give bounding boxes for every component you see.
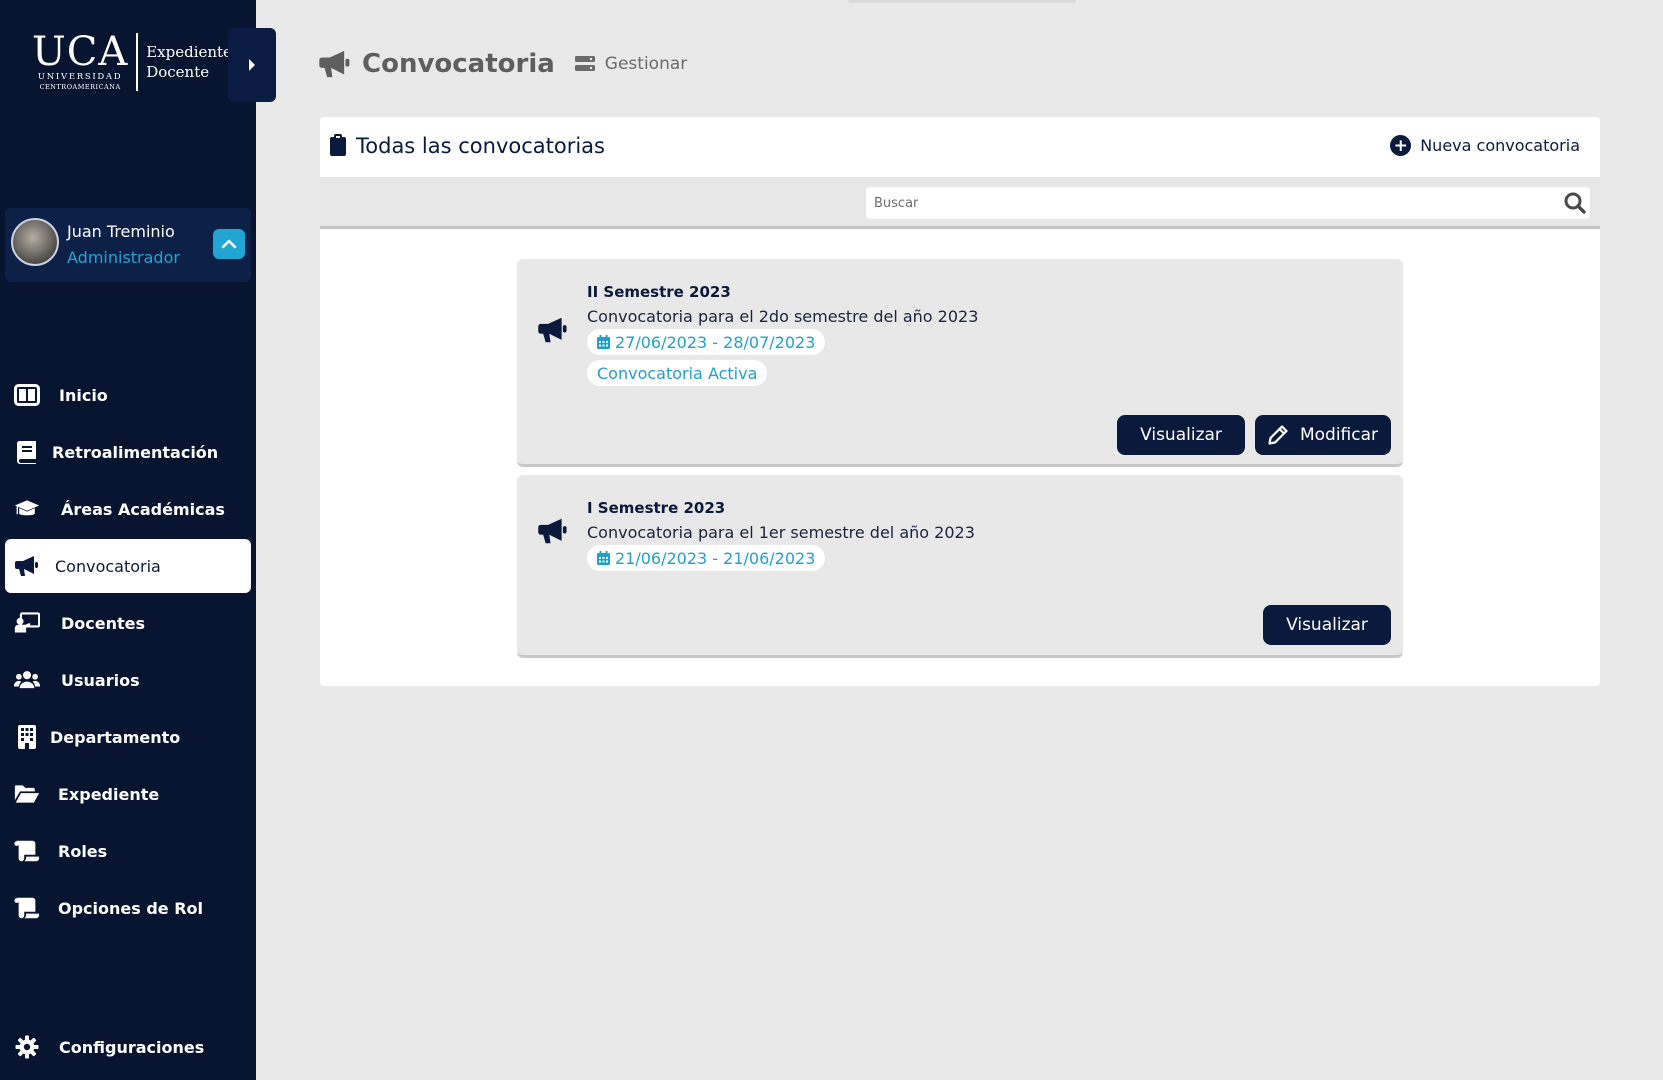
sidebar-item-docentes[interactable]: Docentes <box>5 596 251 650</box>
search-icon[interactable] <box>1564 192 1586 214</box>
sidebar-item-label: Docentes <box>61 613 146 633</box>
scroll-icon <box>14 896 40 920</box>
folder-open-icon <box>14 782 40 806</box>
clipboard-icon <box>330 134 346 156</box>
card-title: I Semestre 2023 <box>587 499 726 517</box>
sidebar-item-inicio[interactable]: Inicio <box>5 368 251 422</box>
sidebar-item-areas-academicas[interactable]: Áreas Académicas <box>5 482 251 536</box>
logo-line1: UNIVERSIDAD <box>37 72 123 82</box>
sidebar-item-configuraciones[interactable]: Configuraciones <box>5 1020 251 1074</box>
book-icon <box>14 440 40 464</box>
avatar <box>11 218 59 266</box>
sidebar-item-label: Áreas Académicas <box>61 499 225 519</box>
convocatoria-card: II Semestre 2023 Convocatoria para el 2d… <box>517 259 1403 467</box>
chalkboard-teacher-icon <box>14 611 40 635</box>
convocatoria-card: I Semestre 2023 Convocatoria para el 1er… <box>517 475 1403 658</box>
logo-divider <box>136 33 139 91</box>
card-description: Convocatoria para el 1er semestre del añ… <box>587 523 975 542</box>
sidebar-item-label: Expediente <box>58 784 160 804</box>
search-input[interactable] <box>866 187 1590 219</box>
card-title: II Semestre 2023 <box>587 283 731 301</box>
breadcrumb: Gestionar <box>574 54 688 74</box>
uca-logo[interactable]: UCA UNIVERSIDAD CENTROAMERICANA Expedien… <box>32 32 232 92</box>
convocatorias-panel: Todas las convocatorias + Nueva convocat… <box>320 117 1600 686</box>
sidebar-item-label: Opciones de Rol <box>58 898 204 918</box>
app-name-line2: Docente <box>146 63 210 81</box>
scroll-icon <box>14 839 40 863</box>
sidebar-item-roles[interactable]: Roles <box>5 824 251 878</box>
sidebar-item-usuarios[interactable]: Usuarios <box>5 653 251 707</box>
sidebar-item-departamento[interactable]: Departamento <box>5 710 251 764</box>
pencil-icon <box>1268 425 1288 445</box>
sidebar-item-retroalimentacion[interactable]: Retroalimentación <box>5 425 251 479</box>
graduation-cap-icon <box>14 497 40 521</box>
panel-title: Todas las convocatorias <box>356 134 605 158</box>
calendar-icon <box>597 335 610 349</box>
gear-icon <box>14 1035 40 1059</box>
panel-header: Todas las convocatorias + Nueva convocat… <box>320 117 1600 177</box>
user-role: Administrador <box>67 248 180 267</box>
sidebar-nav: Inicio Retroalimentación Áreas Académica… <box>5 368 251 938</box>
building-icon <box>14 725 40 749</box>
status-badge: Convocatoria Activa <box>587 360 768 386</box>
sidebar-item-label: Usuarios <box>61 670 140 690</box>
sidebar-item-label: Convocatoria <box>55 556 161 576</box>
visualizar-label: Visualizar <box>1140 425 1222 445</box>
megaphone-icon <box>538 317 567 343</box>
page-header: Convocatoria Gestionar <box>318 44 687 84</box>
plus-circle-icon: + <box>1390 135 1412 156</box>
sidebar-item-convocatoria[interactable]: Convocatoria <box>5 539 251 593</box>
date-range-badge: 27/06/2023 - 28/07/2023 <box>587 329 826 355</box>
search-bar <box>320 177 1600 229</box>
modificar-label: Modificar <box>1299 425 1379 445</box>
logo-line2: CENTROAMERICANA <box>39 83 121 91</box>
sidebar-item-label: Roles <box>58 841 108 861</box>
date-range-badge: 21/06/2023 - 21/06/2023 <box>587 545 826 571</box>
app-name-line1: Expediente <box>146 43 232 61</box>
columns-icon <box>14 383 40 407</box>
megaphone-icon <box>14 554 40 578</box>
sidebar-item-label: Inicio <box>59 385 108 405</box>
app-name: Expediente Docente <box>146 42 232 82</box>
sidebar-item-label: Retroalimentación <box>52 442 219 462</box>
chevron-up-icon <box>221 239 237 249</box>
logo-main-text: UCA <box>32 29 129 75</box>
date-range-text: 21/06/2023 - 21/06/2023 <box>615 548 816 568</box>
visualizar-label: Visualizar <box>1286 615 1368 635</box>
caret-right-icon <box>249 59 255 71</box>
megaphone-icon <box>538 518 567 544</box>
sidebar-config: Configuraciones <box>5 1020 251 1077</box>
date-range-text: 27/06/2023 - 28/07/2023 <box>615 332 816 352</box>
sidebar: UCA UNIVERSIDAD CENTROAMERICANA Expedien… <box>0 0 256 1080</box>
visualizar-button[interactable]: Visualizar <box>1263 605 1391 645</box>
modificar-button[interactable]: Modificar <box>1255 415 1391 455</box>
user-card: Juan Treminio Administrador <box>5 208 251 282</box>
sidebar-item-label: Configuraciones <box>59 1037 205 1057</box>
top-tab-indicator <box>848 0 1076 3</box>
sidebar-item-label: Departamento <box>50 727 181 747</box>
user-menu-toggle-button[interactable] <box>213 229 245 259</box>
new-convocatoria-label: Nueva convocatoria <box>1420 136 1580 155</box>
calendar-icon <box>597 551 610 565</box>
user-name: Juan Treminio <box>67 222 175 241</box>
sidebar-item-opciones-de-rol[interactable]: Opciones de Rol <box>5 881 251 935</box>
sidebar-collapse-button[interactable] <box>228 28 276 102</box>
visualizar-button[interactable]: Visualizar <box>1117 415 1245 455</box>
card-description: Convocatoria para el 2do semestre del añ… <box>587 307 979 326</box>
breadcrumb-label: Gestionar <box>604 54 688 74</box>
users-icon <box>14 668 40 692</box>
server-icon <box>574 56 595 71</box>
logo-uca-mark: UCA UNIVERSIDAD CENTROAMERICANA <box>32 32 128 92</box>
page-title: Convocatoria <box>362 49 555 79</box>
megaphone-icon <box>319 50 350 78</box>
sidebar-item-expediente[interactable]: Expediente <box>5 767 251 821</box>
new-convocatoria-button[interactable]: + Nueva convocatoria <box>1390 135 1580 156</box>
